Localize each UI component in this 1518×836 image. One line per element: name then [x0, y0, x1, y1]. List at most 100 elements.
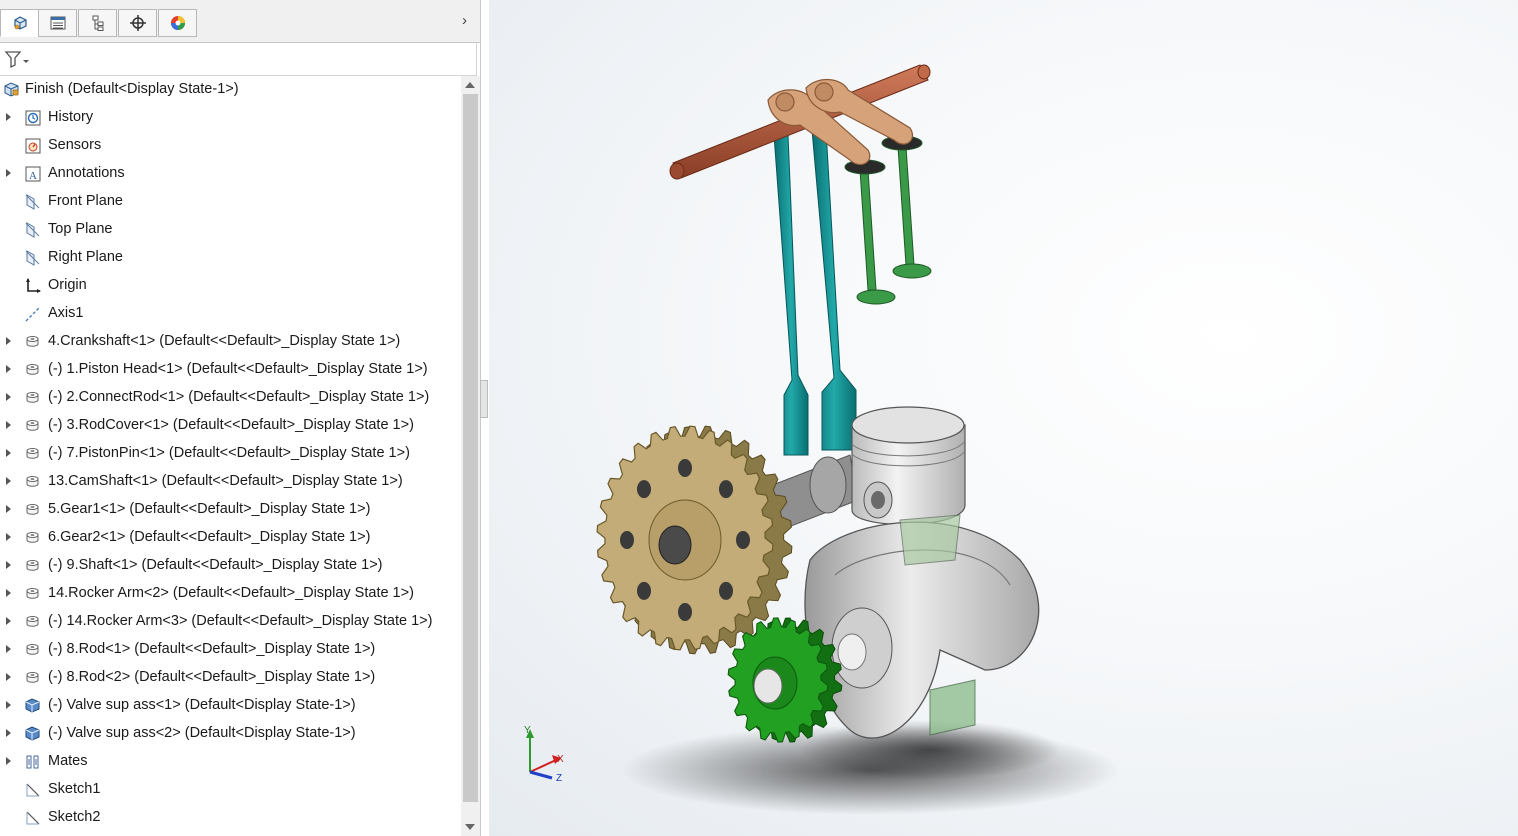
tab-property-manager[interactable]	[38, 9, 77, 37]
tree-item[interactable]: 14.Rocker Arm<2> (Default<<Default>_Disp…	[0, 580, 460, 608]
tab-dimxpert-manager[interactable]	[118, 9, 157, 37]
tree-item[interactable]: (-) Valve sup ass<2> (Default<Display St…	[0, 720, 460, 748]
triad-y-label: Y	[524, 725, 531, 736]
tree-item[interactable]: (-) 2.ConnectRod<1> (Default<<Default>_D…	[0, 384, 460, 412]
tree-item[interactable]: 6.Gear2<1> (Default<<Default>_Display St…	[0, 524, 460, 552]
tree-item[interactable]: Front Plane	[0, 188, 460, 216]
expand-arrow-icon[interactable]	[6, 673, 11, 681]
tree-item-label: 6.Gear2<1> (Default<<Default>_Display St…	[48, 529, 371, 545]
sketch-icon	[26, 811, 40, 825]
tree-item-label: 4.Crankshaft<1> (Default<<Default>_Displ…	[48, 333, 401, 349]
config-tree-icon	[92, 15, 103, 31]
history-icon	[25, 110, 41, 126]
expand-arrow-icon[interactable]	[6, 449, 11, 457]
expand-arrow-icon[interactable]	[6, 337, 11, 345]
tree-item[interactable]: 4.Crankshaft<1> (Default<<Default>_Displ…	[0, 328, 460, 356]
expand-arrow-icon[interactable]	[6, 533, 11, 541]
part-cube-icon	[13, 16, 27, 30]
tree-root-item[interactable]: Finish (Default<Display State-1>)	[0, 76, 460, 104]
tree-item[interactable]: (-) 3.RodCover<1> (Default<<Default>_Dis…	[0, 412, 460, 440]
tree-item[interactable]: Sensors	[0, 132, 460, 160]
tab-configuration-manager[interactable]	[78, 9, 117, 37]
expand-arrow-icon[interactable]	[6, 645, 11, 653]
tree-item-label: History	[48, 109, 94, 125]
tree-item-label: Front Plane	[48, 193, 123, 209]
part-icon	[26, 364, 39, 375]
graphics-area[interactable]: Y X Z	[489, 0, 1518, 836]
subassembly-icon	[25, 698, 40, 713]
tree-item[interactable]: (-) 7.PistonPin<1> (Default<<Default>_Di…	[0, 440, 460, 468]
tree-item-label: Sketch2	[48, 809, 101, 825]
large-gear	[596, 425, 793, 655]
tree-item-label: 13.CamShaft<1> (Default<<Default>_Displa…	[48, 473, 403, 489]
expand-arrow-icon[interactable]	[6, 365, 11, 373]
panel-splitter-handle[interactable]	[480, 380, 488, 418]
tree-item[interactable]: Sketch1	[0, 776, 460, 804]
filter-icon[interactable]	[5, 51, 31, 69]
tree-item[interactable]: (-) 9.Shaft<1> (Default<<Default>_Displa…	[0, 552, 460, 580]
part-icon	[26, 336, 39, 347]
tree-item[interactable]: Mates	[0, 748, 460, 776]
scroll-down-icon[interactable]	[465, 824, 475, 830]
tree-scrollbar[interactable]	[461, 76, 480, 836]
part-icon	[26, 588, 39, 599]
expand-arrow-icon[interactable]	[6, 505, 11, 513]
tree-item-label: Right Plane	[48, 249, 123, 265]
tabs-more-chevron-icon[interactable]: ›	[462, 12, 467, 29]
expand-arrow-icon[interactable]	[6, 701, 11, 709]
tree-filter-bar[interactable]	[0, 43, 477, 76]
tree-item[interactable]: (-) 1.Piston Head<1> (Default<<Default>_…	[0, 356, 460, 384]
tree-item[interactable]: Right Plane	[0, 244, 460, 272]
tree-item[interactable]: 13.CamShaft<1> (Default<<Default>_Displa…	[0, 468, 460, 496]
expand-arrow-icon[interactable]	[6, 729, 11, 737]
expand-arrow-icon[interactable]	[6, 589, 11, 597]
crosshair-icon	[129, 15, 146, 31]
svg-text:A: A	[29, 170, 37, 182]
expand-arrow-icon[interactable]	[6, 757, 11, 765]
part-icon	[26, 672, 39, 683]
tree-item-label: (-) 14.Rocker Arm<3> (Default<<Default>_…	[48, 613, 433, 629]
tree-item[interactable]: (-) Valve sup ass<1> (Default<Display St…	[0, 692, 460, 720]
tab-feature-manager[interactable]	[0, 9, 39, 37]
expand-arrow-icon[interactable]	[6, 477, 11, 485]
gear-hole	[719, 581, 733, 600]
tree-item-label: (-) Valve sup ass<2> (Default<Display St…	[48, 725, 356, 741]
tree-item-label: Axis1	[48, 305, 84, 321]
tree-item[interactable]: 5.Gear1<1> (Default<<Default>_Display St…	[0, 496, 460, 524]
tree-item-label: 5.Gear1<1> (Default<<Default>_Display St…	[48, 501, 371, 517]
tree-item[interactable]: History	[0, 104, 460, 132]
expand-arrow-icon[interactable]	[6, 421, 11, 429]
tree-item[interactable]: A Annotations	[0, 160, 460, 188]
tab-display-manager[interactable]	[158, 9, 197, 37]
tree-item[interactable]: Axis1	[0, 300, 460, 328]
gear-hole	[719, 480, 733, 499]
tree-item-label: (-) 8.Rod<2> (Default<<Default>_Display …	[48, 669, 376, 685]
tree-item[interactable]: (-) 14.Rocker Arm<3> (Default<<Default>_…	[0, 608, 460, 636]
tree-item-label: Top Plane	[48, 221, 113, 237]
subassembly-icon	[25, 726, 40, 741]
tree-item[interactable]: Sketch2	[0, 804, 460, 832]
scroll-up-icon[interactable]	[465, 82, 475, 88]
plane-icon	[25, 222, 40, 238]
expand-arrow-icon[interactable]	[6, 113, 11, 121]
annotation-icon: A	[25, 166, 41, 182]
scrollbar-thumb[interactable]	[463, 94, 478, 802]
part-icon	[26, 504, 39, 515]
tree-item[interactable]: Origin	[0, 272, 460, 300]
expand-arrow-icon[interactable]	[6, 617, 11, 625]
crankshaft	[804, 514, 1040, 739]
gear-hole	[678, 459, 692, 477]
tree-item-label: Sketch1	[48, 781, 101, 797]
tree-item[interactable]: (-) 8.Rod<2> (Default<<Default>_Display …	[0, 664, 460, 692]
gear-hole	[637, 480, 651, 499]
expand-arrow-icon[interactable]	[6, 561, 11, 569]
tree-item[interactable]: Top Plane	[0, 216, 460, 244]
piston	[851, 406, 966, 526]
tree-item[interactable]: (-) 8.Rod<1> (Default<<Default>_Display …	[0, 636, 460, 664]
engine-assembly-model[interactable]: Y X Z	[489, 0, 1518, 836]
part-icon	[26, 420, 39, 431]
tree-item-label: Sensors	[48, 137, 102, 153]
expand-arrow-icon[interactable]	[6, 169, 11, 177]
tree-item-label: Finish (Default<Display State-1>)	[25, 81, 239, 97]
expand-arrow-icon[interactable]	[6, 393, 11, 401]
